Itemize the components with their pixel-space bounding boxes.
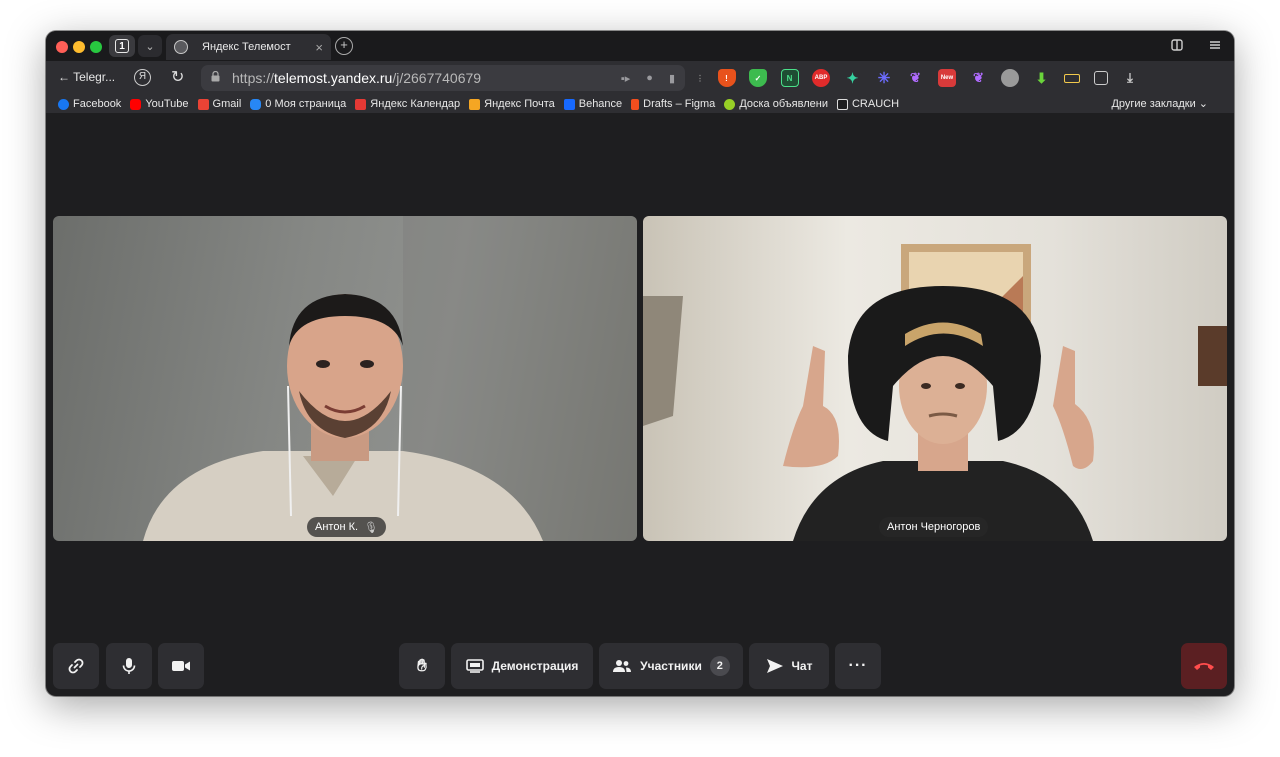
asterisk-extension-icon[interactable]: ✳ xyxy=(875,69,893,87)
video-tile-participant-1[interactable]: Антон К. 🎙︎ xyxy=(53,216,637,541)
url-scheme: https:// xyxy=(232,70,275,86)
hang-up-phone-icon xyxy=(1194,663,1214,670)
mic-icon: 🎙︎ xyxy=(364,521,379,534)
participant-2-name: Антон Черногоров xyxy=(887,521,981,533)
participants-button[interactable]: Участники 2 xyxy=(599,643,743,689)
participant-1-name: Антон К. xyxy=(315,521,359,533)
bookmark-yandex-mail[interactable]: Яндекс Почта xyxy=(469,98,555,110)
gmail-icon xyxy=(197,98,209,110)
bookmark-yandex-calendar[interactable]: Яндекс Календар xyxy=(355,98,460,110)
feather-purple-icon[interactable]: ❦ xyxy=(907,69,925,87)
mail-icon xyxy=(469,98,481,110)
bird-extension-icon[interactable]: ✦ xyxy=(844,69,862,87)
participant-2-nametag: Антон Черногоров xyxy=(879,517,989,537)
participant-1-video xyxy=(143,216,637,541)
other-bookmarks[interactable]: Другие закладки ⌄ xyxy=(1111,97,1208,110)
bookmark-avito[interactable]: Доска объявлени xyxy=(724,98,828,110)
participant-2-video xyxy=(643,244,1227,541)
feather-purple-2-icon[interactable]: ❦ xyxy=(970,69,988,87)
bookmark-figma[interactable]: Drafts – Figma xyxy=(631,98,715,110)
reload-icon[interactable]: ↻ xyxy=(171,67,184,87)
bookmark-vk[interactable]: 0 Моя страница xyxy=(250,98,346,110)
new-badge-extension-icon[interactable]: New xyxy=(938,69,956,87)
screen-share-button[interactable]: Демонстрация xyxy=(451,643,593,689)
vk-icon xyxy=(250,98,262,110)
bookmark-youtube[interactable]: YouTube xyxy=(130,98,189,110)
maximize-window-button[interactable] xyxy=(90,41,102,53)
telemost-favicon-icon xyxy=(174,40,188,54)
url-actions: ▪▸ ● ▮ xyxy=(621,72,675,85)
address-row: ← Telegr... Я ↻ https://telemost.yandex.… xyxy=(46,61,1234,95)
screen-share-icon xyxy=(465,659,484,673)
tab-bar: 1 ⌄ Яндекс Телемост × + xyxy=(46,31,1234,61)
link-icon xyxy=(68,658,84,674)
menu-icon[interactable] xyxy=(1208,38,1222,55)
figma-icon xyxy=(631,98,640,110)
url-text: https://telemost.yandex.ru/j/2667740679 xyxy=(232,70,621,86)
sidebar-panel-icon[interactable] xyxy=(1170,38,1184,55)
battery-icon[interactable] xyxy=(1064,73,1080,83)
address-bar[interactable]: https://telemost.yandex.ru/j/2667740679 … xyxy=(201,65,685,91)
yandex-icon[interactable]: Я xyxy=(134,69,151,86)
extensions-bar: ⋮ ! ✓ N ABP ✦ ✳ ❦ New ❦ ⬇ ⤓ xyxy=(696,66,1153,90)
new-tab-icon[interactable]: + xyxy=(335,37,353,55)
shield-orange-icon[interactable]: ! xyxy=(717,69,736,87)
back-button[interactable]: ← Telegr... xyxy=(58,70,115,84)
more-options-button[interactable]: ··· xyxy=(835,643,881,689)
screen-share-label: Демонстрация xyxy=(491,659,579,673)
chat-button[interactable]: Чат xyxy=(749,643,829,689)
chat-label: Чат xyxy=(791,659,813,673)
participants-icon xyxy=(613,660,632,672)
tab-title: Яндекс Телемост xyxy=(202,41,291,53)
participant-1-nametag: Антон К. 🎙︎ xyxy=(307,517,387,537)
bookmarks-bar: Facebook YouTube Gmail 0 Моя страница Ян… xyxy=(46,95,1234,113)
close-window-button[interactable] xyxy=(56,41,68,53)
calendar-icon xyxy=(355,98,367,110)
globe-icon[interactable] xyxy=(1001,69,1019,87)
copy-link-button[interactable] xyxy=(53,643,99,689)
hand-icon: ✋︎ xyxy=(417,656,427,675)
download-icon[interactable]: ⤓ xyxy=(1121,69,1139,87)
puzzle-icon[interactable] xyxy=(1093,71,1108,85)
camera-permission-icon[interactable]: ▪▸ xyxy=(621,72,630,85)
download-arrow-green-icon[interactable]: ⬇ xyxy=(1033,69,1051,87)
chevron-down-icon[interactable]: ⌄ xyxy=(138,35,162,57)
bookmark-crauch[interactable]: CRAUCH xyxy=(836,98,899,110)
behance-icon xyxy=(563,98,575,110)
participants-label: Участники xyxy=(640,659,702,673)
mic-permission-icon[interactable]: ● xyxy=(646,72,653,85)
notion-icon xyxy=(836,98,848,110)
facebook-icon xyxy=(58,98,69,110)
participants-count-badge: 2 xyxy=(709,656,730,676)
minimize-window-button[interactable] xyxy=(73,41,85,53)
bookmark-behance[interactable]: Behance xyxy=(563,98,622,110)
video-tile-participant-2[interactable]: Антон Черногоров xyxy=(643,216,1227,541)
bookmark-icon[interactable]: ▮ xyxy=(669,72,675,85)
hang-up-button[interactable] xyxy=(1181,643,1227,689)
microphone-button[interactable] xyxy=(106,643,152,689)
youtube-icon xyxy=(130,98,142,110)
url-host: telemost.yandex.ru xyxy=(274,70,393,86)
lock-icon xyxy=(211,70,220,85)
tab-count: 1 xyxy=(115,39,129,53)
bookmark-gmail[interactable]: Gmail xyxy=(197,98,241,110)
tab-telemost[interactable]: Яндекс Телемост × xyxy=(166,34,331,60)
more-icon: ··· xyxy=(848,657,868,674)
adblock-icon[interactable]: ABP xyxy=(812,69,830,87)
tab-count-button[interactable]: 1 xyxy=(109,35,135,57)
shield-green-icon[interactable]: ✓ xyxy=(749,69,767,87)
avito-icon xyxy=(724,98,736,110)
browser-window: 1 ⌄ Яндекс Телемост × + ← Telegr... Я ↻ … xyxy=(46,31,1234,696)
notion-n-extension-icon[interactable]: N xyxy=(780,69,799,87)
microphone-icon xyxy=(122,658,136,674)
camera-icon xyxy=(172,661,190,671)
bookmark-facebook[interactable]: Facebook xyxy=(58,98,121,110)
overflow-icon[interactable]: ⋮ xyxy=(696,69,704,87)
raise-hand-button[interactable]: ✋︎ xyxy=(399,643,445,689)
send-icon xyxy=(766,659,783,673)
camera-button[interactable] xyxy=(158,643,204,689)
url-path: /j/2667740679 xyxy=(392,70,482,86)
tab-close-icon[interactable]: × xyxy=(315,40,323,55)
